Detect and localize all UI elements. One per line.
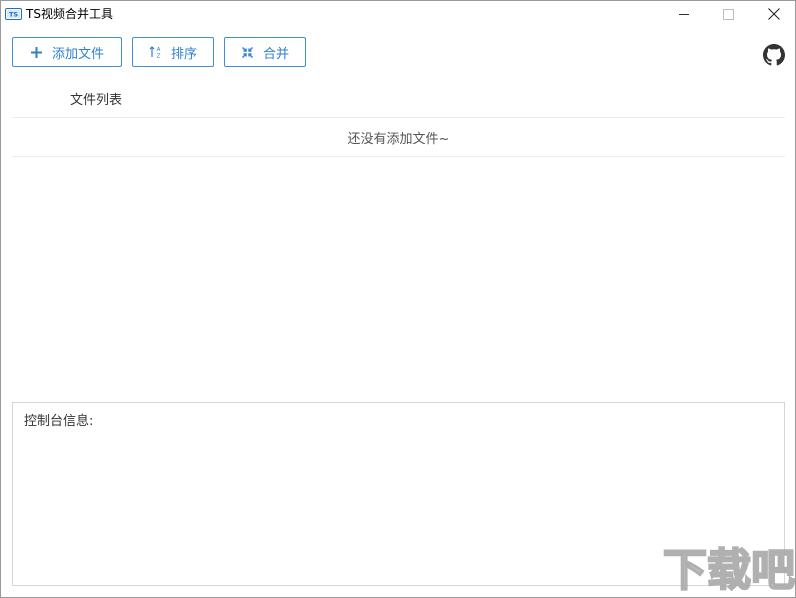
svg-text:Z: Z — [157, 54, 161, 60]
sort-label: 排序 — [170, 46, 197, 62]
add-file-label: 添加文件 — [51, 46, 104, 62]
plus-icon — [30, 45, 44, 59]
console-label: 控制台信息: — [24, 414, 94, 429]
app-icon: TS — [5, 8, 22, 20]
svg-text:下载吧: 下载吧 — [663, 545, 795, 596]
minimize-icon — [678, 13, 689, 15]
watermark-logo: 下载吧 — [662, 544, 795, 597]
file-list-header: 文件列表 — [12, 79, 785, 118]
close-button[interactable] — [751, 1, 795, 27]
minimize-button[interactable] — [661, 1, 707, 27]
svg-text:TS: TS — [9, 11, 18, 19]
sort-icon: A Z — [149, 45, 163, 59]
maximize-icon — [722, 8, 734, 20]
empty-message: 还没有添加文件~ — [347, 131, 450, 147]
merge-button[interactable]: 合并 — [224, 37, 306, 67]
github-icon[interactable] — [763, 44, 785, 66]
app-window: TS TS视频合并工具 添加文件 A Z 排序 合并 文件列表 还没有添加文件~… — [0, 0, 796, 598]
add-file-button[interactable]: 添加文件 — [12, 37, 122, 67]
title-bar: TS TS视频合并工具 — [1, 1, 795, 27]
sort-button[interactable]: A Z 排序 — [132, 37, 214, 67]
merge-icon — [241, 45, 255, 59]
window-title: TS视频合并工具 — [26, 7, 113, 21]
file-list-title: 文件列表 — [70, 93, 123, 108]
close-icon — [768, 8, 780, 20]
merge-label: 合并 — [262, 46, 289, 62]
svg-text:A: A — [157, 47, 161, 53]
maximize-button[interactable] — [705, 1, 751, 27]
file-list-empty-row: 还没有添加文件~ — [12, 118, 785, 157]
